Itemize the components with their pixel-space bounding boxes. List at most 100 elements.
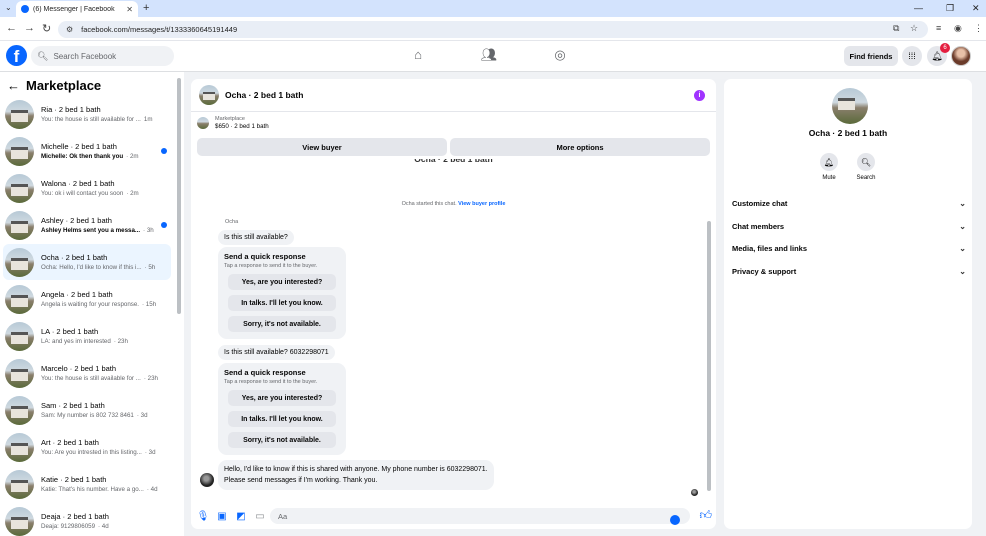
browser-tab[interactable]: (6) Messenger | Facebook ✕ <box>16 1 138 17</box>
sticker-icon[interactable]: ◩ <box>234 511 248 522</box>
tab-search-icon[interactable]: ⌄ <box>5 3 12 12</box>
media-control-icon[interactable]: ≡ <box>936 23 941 33</box>
account-avatar[interactable] <box>951 46 971 66</box>
chat-title[interactable]: Ocha · 2 bed 1 bath <box>225 90 303 100</box>
conversation-time: · 3d <box>144 449 156 456</box>
view-buyer-button[interactable]: View buyer <box>197 138 447 156</box>
conversation-item[interactable]: LA · 2 bed 1 bath LA: and yes im interest… <box>3 318 171 354</box>
emoji-icon[interactable] <box>670 515 680 525</box>
quick-response-sorry-button[interactable]: Sorry, it's not available. <box>228 432 336 448</box>
chevron-down-icon: ⌄ <box>959 221 966 231</box>
chevron-down-icon: ⌄ <box>959 243 966 253</box>
conversation-name: Ria · 2 bed 1 bath <box>41 105 101 114</box>
conversation-info: Ashley · 2 bed 1 bath Ashley Helms sent y… <box>41 216 171 234</box>
mute-action[interactable]: 🔔︎ Mute <box>811 153 847 181</box>
privacy-support-row[interactable]: Privacy & support ⌄ <box>732 261 966 281</box>
conversation-snippet: Deaja: 9129806059 <box>41 523 96 530</box>
conversation-snippet-row: Ashley Helms sent you a messa... · 3h <box>41 227 171 234</box>
friends-icon[interactable]: 👥︎ <box>480 47 498 63</box>
conversation-item[interactable]: Ria · 2 bed 1 bath You: the house is stil… <box>3 96 171 132</box>
conversation-thumbnail <box>5 173 34 203</box>
quick-response-yes-button[interactable]: Yes, are you interested? <box>228 390 336 406</box>
menu-grid-icon[interactable]: ⁞⁞⁞ <box>902 46 922 66</box>
facebook-top-bar: f 🔍︎ Search Facebook ⌂ 👥︎ ◎ Find friends… <box>0 41 986 72</box>
quick-response-talks-button[interactable]: In talks. I'll let you know. <box>228 295 336 311</box>
conversation-item[interactable]: Ashley · 2 bed 1 bath Ashley Helms sent y… <box>3 207 171 243</box>
close-window-icon[interactable]: ✕ <box>972 3 980 14</box>
site-info-icon[interactable]: ⚙ <box>66 25 73 34</box>
listing-summary[interactable]: Marketplace $650 · 2 bed 1 bath <box>197 116 269 130</box>
conversation-info: Katie · 2 bed 1 bath Katie: That's his nu… <box>41 475 171 493</box>
sender-name: Ocha <box>225 219 239 225</box>
address-bar[interactable]: ⚙ facebook.com/messages/t/13333606451914… <box>58 21 928 38</box>
conversation-item[interactable]: Ocha · 2 bed 1 bath Ocha: Hello, I'd like… <box>3 244 171 280</box>
view-buyer-profile-link[interactable]: View buyer profile <box>458 201 505 207</box>
conversation-item[interactable]: Deaja · 2 bed 1 bath Deaja: 9129806059 · 4… <box>3 503 171 536</box>
conversation-snippet-row: Deaja: 9129806059 · 4d <box>41 523 171 530</box>
chat-scrollbar[interactable] <box>707 221 711 491</box>
message-input[interactable]: Aa <box>270 508 690 525</box>
conversation-item[interactable]: Sam · 2 bed 1 bath Sam: My number is 802 … <box>3 392 171 428</box>
home-icon[interactable]: ⌂ <box>409 47 427 63</box>
restore-icon[interactable]: ❐ <box>946 3 954 14</box>
conversation-item[interactable]: Michelle · 2 bed 1 bath Michelle: Ok then… <box>3 133 171 169</box>
search-label: Search <box>856 175 876 181</box>
conversation-snippet-row: You: the house is still available for ..… <box>41 375 171 382</box>
install-app-icon[interactable]: ⧉ <box>893 23 899 34</box>
conversation-time: · 4d <box>98 523 109 530</box>
browser-menu-icon[interactable]: ⋮ <box>974 23 983 34</box>
chat-avatar[interactable] <box>199 85 219 105</box>
conversation-item[interactable]: Angela · 2 bed 1 bath Angela is waiting f… <box>3 281 171 317</box>
conversation-item[interactable]: Katie · 2 bed 1 bath Katie: That's his nu… <box>3 466 171 502</box>
media-files-links-row[interactable]: Media, files and links ⌄ <box>732 238 966 258</box>
quick-response-yes-button[interactable]: Yes, are you interested? <box>228 274 336 290</box>
more-options-button[interactable]: More options <box>450 138 710 156</box>
forward-icon[interactable]: → <box>24 22 35 34</box>
minimize-icon[interactable]: — <box>914 3 923 13</box>
conversation-snippet: You: the house is still available for ..… <box>41 375 141 382</box>
browser-toolbar: ← → ↻ ⚙ facebook.com/messages/t/13333606… <box>0 17 986 41</box>
conversation-info: Walona · 2 bed 1 bath You: ok i will cont… <box>41 179 171 197</box>
conversation-item[interactable]: Art · 2 bed 1 bath You: Are you intrested… <box>3 429 171 465</box>
conversation-name: Michelle · 2 bed 1 bath <box>41 142 117 151</box>
section-label: Privacy & support <box>732 266 797 276</box>
conversation-snippet-row: You: Are you intrested in this listing..… <box>41 449 171 456</box>
find-friends-button[interactable]: Find friends <box>844 46 898 66</box>
conversation-thumbnail <box>5 358 34 388</box>
close-tab-icon[interactable]: ✕ <box>126 5 133 14</box>
conversation-name: Marcelo · 2 bed 1 bath <box>41 364 117 373</box>
groups-icon[interactable]: ◎ <box>551 47 569 63</box>
new-tab-icon[interactable]: + <box>143 2 149 14</box>
quick-response-subtitle: Tap a response to send it to the buyer. <box>224 379 318 385</box>
like-thumb-icon[interactable]: 👍︎ <box>699 508 712 523</box>
conversation-item[interactable]: Marcelo · 2 bed 1 bath You: the house is … <box>3 355 171 391</box>
quick-response-sorry-button[interactable]: Sorry, it's not available. <box>228 316 336 332</box>
search-action[interactable]: 🔍︎ Search <box>848 153 884 181</box>
sidebar-scrollbar[interactable] <box>177 78 181 314</box>
conversation-snippet-row: Michelle: Ok then thank you · 2m <box>41 153 171 160</box>
conversation-info: Marcelo · 2 bed 1 bath You: the house is … <box>41 364 171 382</box>
conversation-avatar[interactable] <box>832 88 868 124</box>
bookmark-star-icon[interactable]: ☆ <box>910 23 918 34</box>
conversation-info: LA · 2 bed 1 bath LA: and yes im interest… <box>41 327 171 345</box>
chat-members-row[interactable]: Chat members ⌄ <box>732 216 966 236</box>
customize-chat-row[interactable]: Customize chat ⌄ <box>732 193 966 213</box>
facebook-logo-icon[interactable]: f <box>6 45 27 66</box>
chat-header: Ocha · 2 bed 1 bath i <box>191 79 716 112</box>
conversation-name: Ocha · 2 bed 1 bath <box>41 253 108 262</box>
back-arrow-icon[interactable]: ← <box>7 78 20 93</box>
quick-response-talks-button[interactable]: In talks. I'll let you know. <box>228 411 336 427</box>
back-icon[interactable]: ← <box>6 22 17 34</box>
gif-icon[interactable]: ▭ <box>253 511 267 522</box>
microphone-icon[interactable]: 🎙︎ <box>196 511 210 522</box>
conversation-snippet: Michelle: Ok then thank you <box>41 153 124 160</box>
conversation-item[interactable]: Walona · 2 bed 1 bath You: ok i will cont… <box>3 170 171 206</box>
info-icon[interactable]: i <box>694 90 705 101</box>
sender-avatar[interactable] <box>200 473 214 487</box>
search-icon: 🔍︎ <box>857 153 875 171</box>
conversation-name: Walona · 2 bed 1 bath <box>41 179 115 188</box>
search-input[interactable]: 🔍︎ Search Facebook <box>31 46 174 66</box>
photo-icon[interactable]: ▣ <box>215 511 229 522</box>
reload-icon[interactable]: ↻ <box>42 22 51 35</box>
profile-icon[interactable]: ◉ <box>954 23 962 34</box>
